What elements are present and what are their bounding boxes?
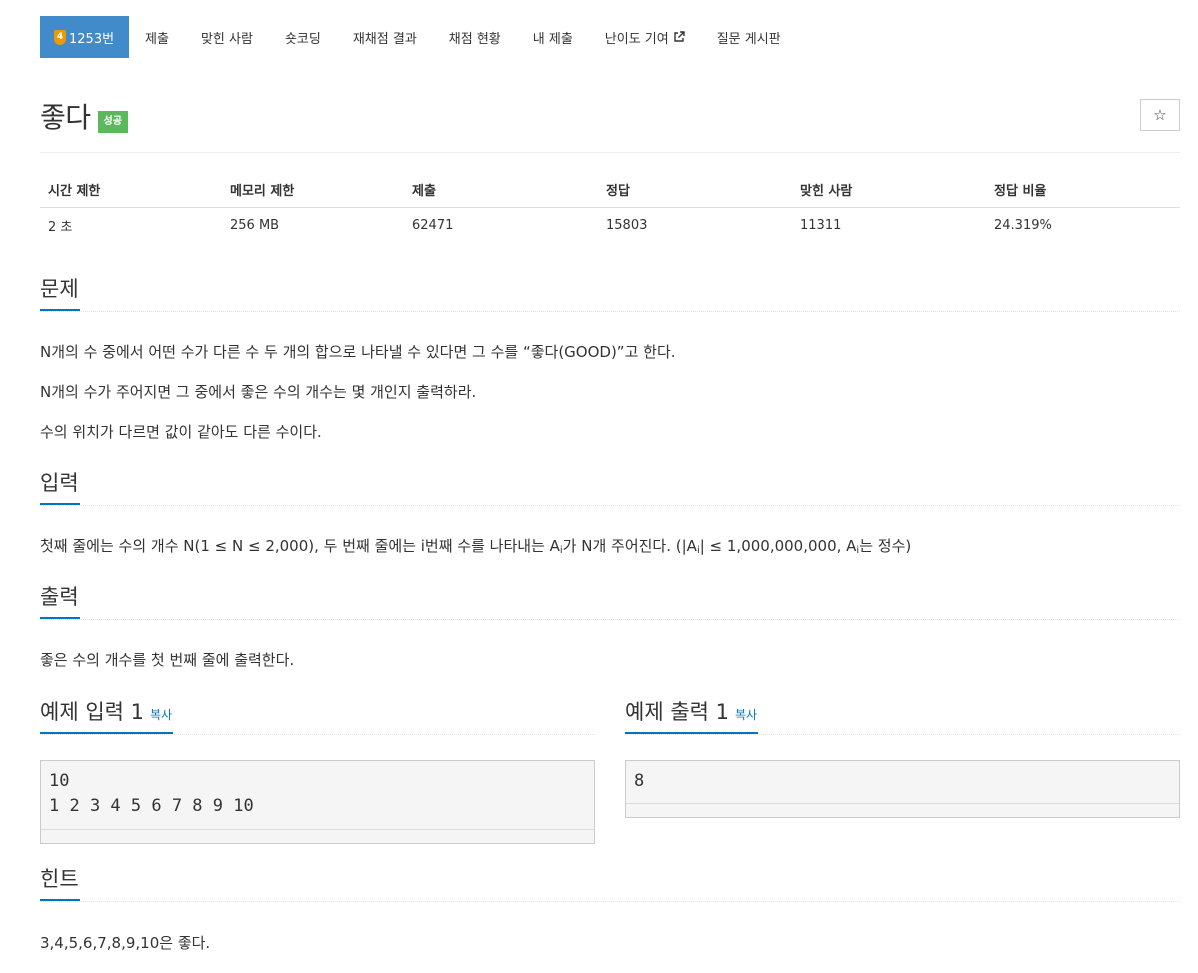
sample-output-title: 예제 출력 1 복사: [625, 699, 759, 734]
sample-input-content: 10 1 2 3 4 5 6 7 8 9 10: [49, 771, 254, 816]
sample-output-content: 8: [634, 771, 645, 791]
input-title: 입력: [40, 470, 80, 505]
problem-menu: 4 1253번 제출 맞힌 사람 숏코딩 재채점 결과 채점 현황 내 제출 난…: [40, 16, 797, 58]
sample-output-header: 예제 출력 1 복사: [625, 699, 1180, 735]
tab-submit[interactable]: 제출: [129, 16, 185, 58]
hint-title: 힌트: [40, 866, 80, 901]
page-title: 좋다: [40, 101, 91, 134]
problem-info-table: 시간 제한 메모리 제한 제출 정답 맞힌 사람 정답 비율 2 초 256 M…: [40, 172, 1180, 243]
header-submissions: 제출: [404, 172, 598, 208]
title-divider: [40, 152, 1180, 153]
tab-status[interactable]: 채점 현황: [433, 16, 517, 58]
sample-output-box[interactable]: 8: [625, 760, 1180, 818]
tab-difficulty-label: 난이도 기여: [604, 31, 669, 47]
header-memory-limit: 메모리 제한: [222, 172, 404, 208]
description-title: 문제: [40, 276, 80, 311]
input-description: 첫째 줄에는 수의 개수 N(1 ≤ N ≤ 2,000), 두 번째 줄에는 …: [40, 537, 912, 556]
star-button[interactable]: ☆: [1140, 99, 1180, 131]
tab-problem[interactable]: 4 1253번: [40, 16, 130, 58]
time-limit-value: 2 초: [48, 219, 73, 235]
sample-input-title: 예제 입력 1 복사: [40, 699, 174, 734]
tab-question-board[interactable]: 질문 게시판: [701, 16, 797, 58]
accepted-value: 15803: [606, 217, 648, 233]
header-accept-ratio: 정답 비율: [986, 172, 1180, 208]
hint-text: 3,4,5,6,7,8,9,10은 좋다.: [40, 934, 211, 952]
accept-ratio-value: 24.319%: [994, 217, 1052, 233]
sample-input-header: 예제 입력 1 복사: [40, 699, 595, 735]
table-row: 2 초 256 MB 62471 15803 11311 24.319%: [40, 207, 1180, 243]
memory-limit-value: 256 MB: [230, 217, 280, 233]
description-header: 문제: [40, 276, 1180, 312]
tab-my-submissions[interactable]: 내 제출: [517, 16, 589, 58]
output-description: 좋은 수의 개수를 첫 번째 줄에 출력한다.: [40, 651, 295, 669]
output-title: 출력: [40, 584, 80, 619]
status-badge: 성공: [97, 111, 128, 133]
tab-difficulty-contribution[interactable]: 난이도 기여: [589, 16, 701, 58]
header-time-limit: 시간 제한: [40, 172, 222, 208]
hint-header: 힌트: [40, 866, 1180, 902]
description-line: N개의 수가 주어지면 그 중에서 좋은 수의 개수는 몇 개인지 출력하라.: [40, 383, 477, 401]
title-row: 좋다 성공: [40, 96, 128, 136]
problem-number: 1253번: [69, 31, 115, 47]
sample-input-footer: [41, 829, 594, 843]
header-solved-users: 맞힌 사람: [792, 172, 986, 208]
description-line: N개의 수 중에서 어떤 수가 다른 수 두 개의 합으로 나타낼 수 있다면 …: [40, 343, 676, 361]
tab-accepted-users[interactable]: 맞힌 사람: [185, 16, 269, 58]
star-icon: ☆: [1153, 106, 1167, 124]
copy-sample-output-link[interactable]: 복사: [735, 708, 757, 722]
submissions-value: 62471: [412, 217, 454, 233]
output-header: 출력: [40, 584, 1180, 620]
table-header-row: 시간 제한 메모리 제한 제출 정답 맞힌 사람 정답 비율: [40, 172, 1180, 208]
tab-short-coding[interactable]: 숏코딩: [269, 16, 337, 58]
external-link-icon: [674, 31, 685, 42]
header-accepted: 정답: [598, 172, 792, 208]
sample-input-box[interactable]: 10 1 2 3 4 5 6 7 8 9 10: [40, 760, 595, 844]
solved-users-value: 11311: [800, 217, 842, 233]
tab-rejudge-results[interactable]: 재채점 결과: [337, 16, 433, 58]
sample-output-footer: [626, 803, 1179, 817]
input-header: 입력: [40, 470, 1180, 506]
copy-sample-input-link[interactable]: 복사: [150, 708, 172, 722]
description-line: 수의 위치가 다르면 값이 같아도 다른 수이다.: [40, 423, 322, 441]
tier-badge-icon: 4: [54, 29, 66, 45]
